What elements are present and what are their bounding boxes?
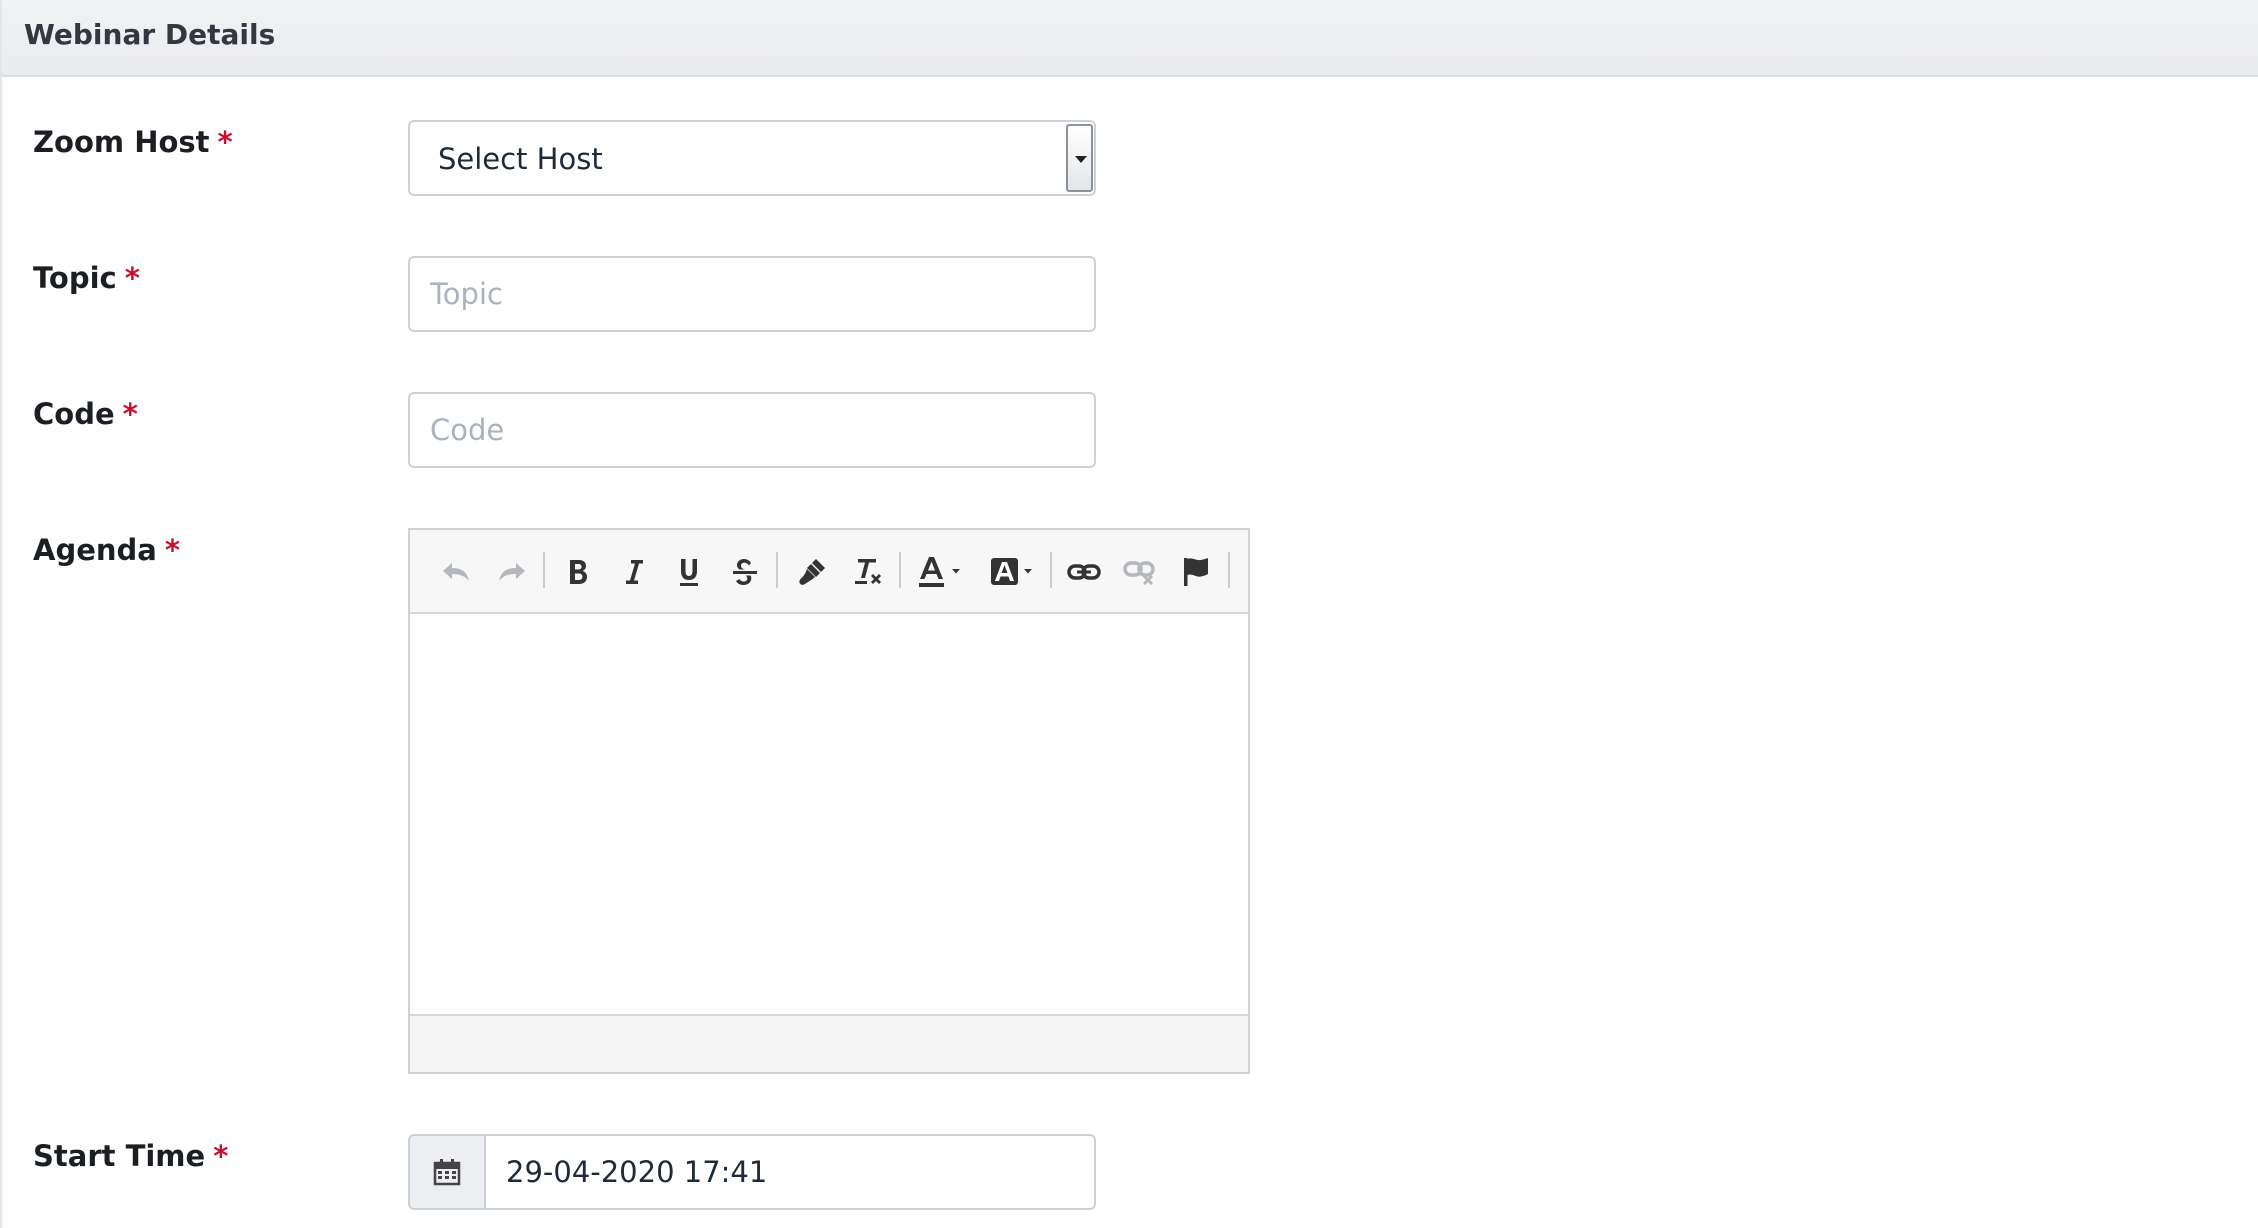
panel-title: Webinar Details <box>24 18 276 51</box>
clear-formatting-button[interactable] <box>846 550 890 594</box>
start-time-label-text: Start Time <box>33 1139 206 1173</box>
zoom-host-selected-value: Select Host <box>438 142 603 176</box>
calendar-addon[interactable] <box>410 1136 486 1208</box>
zoom-host-label-text: Zoom Host <box>33 125 210 159</box>
toolbar-separator <box>899 552 901 588</box>
text-color-button[interactable] <box>914 550 970 594</box>
toolbar-separator <box>1228 552 1230 588</box>
required-marker: * <box>213 1139 229 1173</box>
caret-down-icon <box>1075 156 1087 163</box>
unlink-icon <box>1123 561 1155 585</box>
start-time-input[interactable] <box>486 1136 1094 1208</box>
topic-field-wrapper <box>408 256 1096 332</box>
redo-button[interactable] <box>490 550 534 594</box>
undo-icon <box>443 563 469 581</box>
undo-button[interactable] <box>434 550 478 594</box>
zoom-host-select[interactable]: Select Host <box>408 120 1096 196</box>
unlink-button[interactable] <box>1118 550 1162 594</box>
required-marker: * <box>217 125 233 159</box>
agenda-editor-content[interactable] <box>410 614 1248 1014</box>
bold-button[interactable] <box>556 550 600 594</box>
code-field-wrapper <box>408 392 1096 468</box>
bold-icon <box>570 560 587 584</box>
text-color-icon <box>919 557 960 587</box>
calendar-icon <box>433 1159 461 1186</box>
strikethrough-button[interactable] <box>723 550 767 594</box>
topic-input[interactable] <box>410 258 1094 330</box>
underline-button[interactable] <box>667 550 711 594</box>
agenda-rich-text-editor <box>408 528 1250 1074</box>
required-marker: * <box>122 397 138 431</box>
link-icon <box>1067 564 1101 580</box>
agenda-label-text: Agenda <box>33 533 157 567</box>
background-color-icon <box>991 558 1032 585</box>
select-dropdown-button[interactable] <box>1066 124 1093 192</box>
format-painter-button[interactable] <box>790 550 834 594</box>
panel-header: Webinar Details <box>2 0 2258 77</box>
anchor-flag-icon <box>1184 558 1208 586</box>
editor-toolbar <box>410 530 1248 614</box>
webinar-details-panel: Webinar Details Zoom Host * Select Host T… <box>0 0 2258 1228</box>
agenda-label: Agenda * <box>33 533 180 567</box>
toolbar-separator <box>543 552 545 588</box>
link-button[interactable] <box>1062 550 1106 594</box>
code-label-text: Code <box>33 397 115 431</box>
anchor-button[interactable] <box>1174 550 1218 594</box>
start-time-label: Start Time * <box>33 1139 228 1173</box>
strikethrough-icon <box>733 559 757 585</box>
editor-status-bar <box>410 1014 1248 1072</box>
code-label: Code * <box>33 397 138 431</box>
redo-icon <box>499 563 525 581</box>
italic-icon <box>626 560 643 584</box>
background-color-button[interactable] <box>986 550 1042 594</box>
toolbar-separator <box>1050 552 1052 588</box>
underline-icon <box>680 559 698 586</box>
topic-label-text: Topic <box>33 261 117 295</box>
required-marker: * <box>164 533 181 567</box>
start-time-field <box>486 1136 1094 1208</box>
required-marker: * <box>124 261 140 295</box>
start-time-input-group <box>408 1134 1096 1210</box>
toolbar-separator <box>776 552 778 588</box>
clear-formatting-icon <box>855 559 881 584</box>
topic-label: Topic * <box>33 261 140 295</box>
italic-button[interactable] <box>612 550 656 594</box>
format-painter-icon <box>799 559 825 585</box>
code-input[interactable] <box>410 394 1094 466</box>
zoom-host-label: Zoom Host * <box>33 125 233 159</box>
